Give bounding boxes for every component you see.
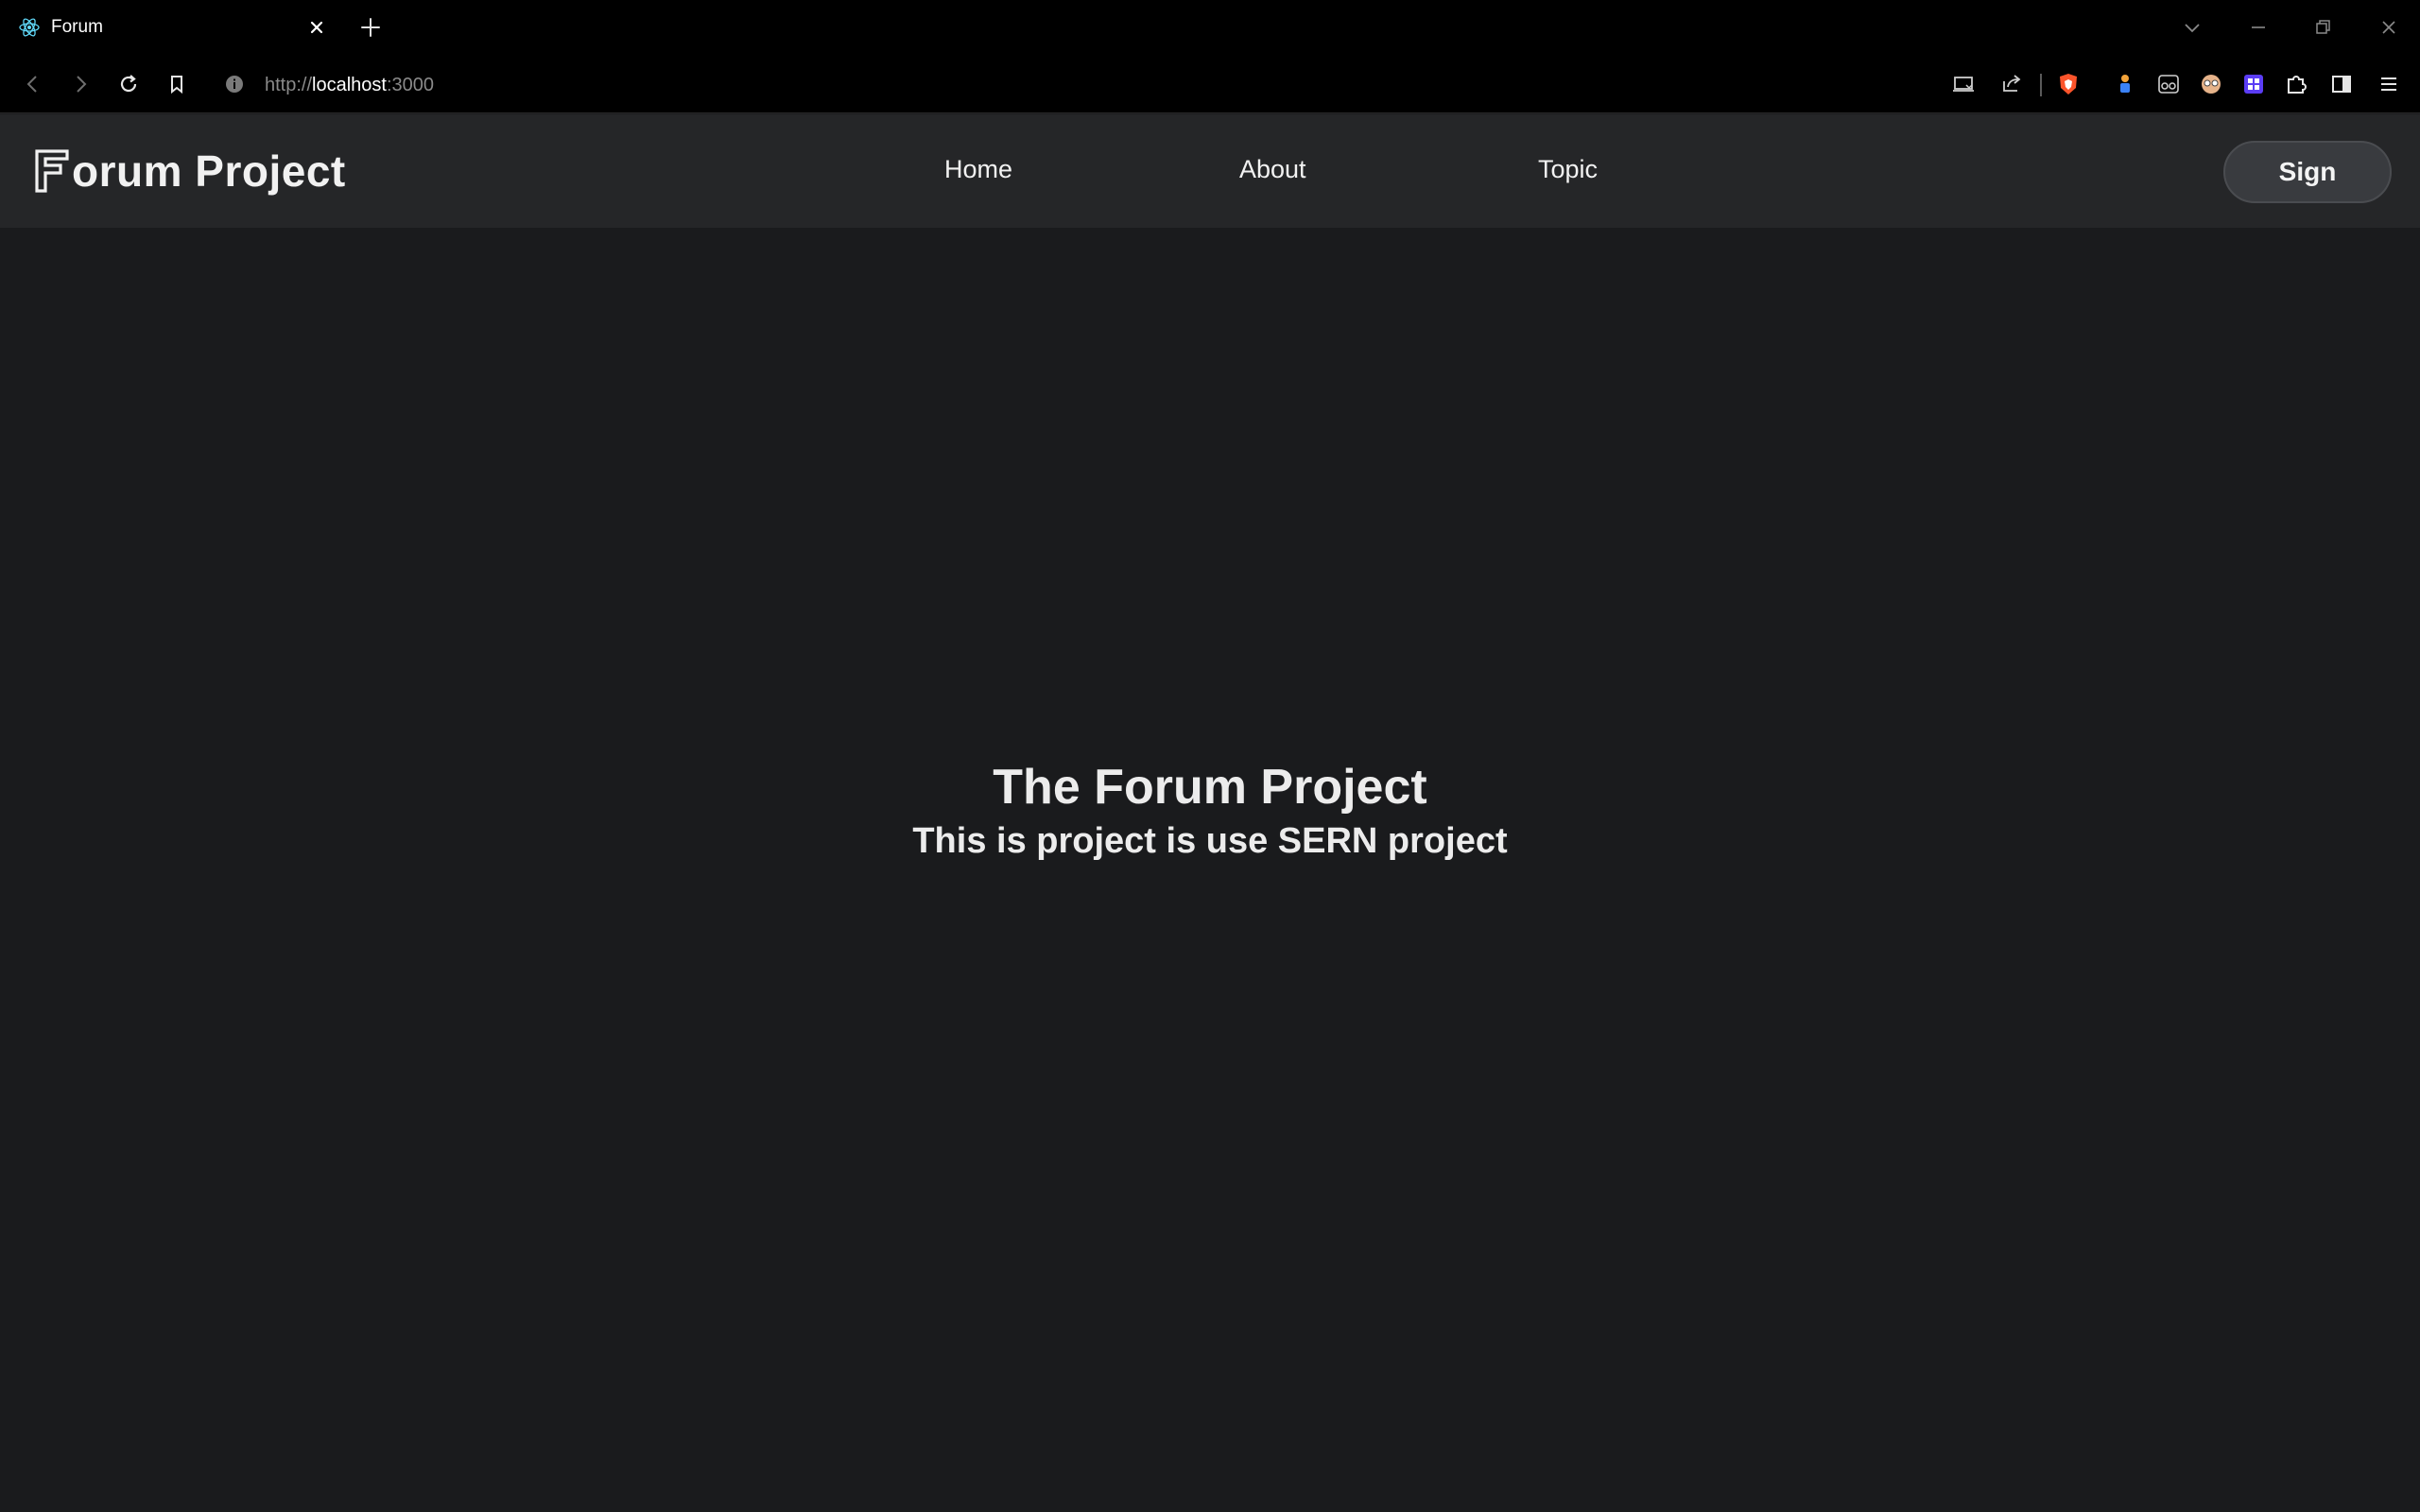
minimize-icon[interactable] [2244,13,2273,42]
nav-topic[interactable]: Topic [1538,152,1598,186]
site-info-icon[interactable] [223,73,246,95]
brave-shield-icon[interactable] [2054,70,2083,98]
reader-mode-icon[interactable] [2154,70,2183,98]
site-logo[interactable]: orum Project [34,143,346,199]
extensions-puzzle-icon[interactable] [2282,70,2310,98]
hero-subtitle: This is project is use SERN project [912,821,1508,861]
url-scheme: http:// [265,75,313,95]
toolbar-divider [2040,74,2042,96]
extension-character-icon[interactable] [2111,70,2139,98]
browser-toolbar: http://localhost:3000 [0,55,2420,113]
close-window-icon[interactable] [2375,13,2403,42]
share-icon[interactable] [1997,70,2026,98]
sign-button[interactable]: Sign [2223,141,2392,203]
browser-tab[interactable]: Forum [0,0,340,55]
browser-tab-bar: Forum [0,0,2420,55]
new-tab-icon[interactable] [357,14,384,41]
extension-grid-icon[interactable] [2239,70,2268,98]
url-host: localhost [312,75,387,95]
react-icon [19,18,40,37]
hero-section: The Forum Project This is project is use… [0,757,2420,865]
url-port: :3000 [386,75,435,95]
extension-face-icon[interactable] [2197,70,2225,98]
restore-icon[interactable] [2308,13,2337,42]
cast-icon[interactable] [1949,70,1978,98]
tab-title: Forum [51,17,103,37]
forward-icon[interactable] [66,70,95,98]
reload-icon[interactable] [114,70,143,98]
tab-search-chevron-icon[interactable] [2178,13,2206,42]
hero-title: The Forum Project [993,760,1427,815]
nav-about[interactable]: About [1239,152,1306,186]
nav-home[interactable]: Home [944,152,1012,186]
logo-text: orum Project [72,146,346,196]
site-navbar: orum Project Home About Topic Sign [0,114,2420,228]
page: orum Project Home About Topic Sign The F… [0,114,2420,1512]
back-icon[interactable] [19,70,47,98]
close-tab-icon[interactable] [304,15,329,40]
sidebar-icon[interactable] [2327,70,2356,98]
menu-icon[interactable] [2375,70,2403,98]
address-bar[interactable]: http://localhost:3000 [265,73,434,97]
bookmark-icon[interactable] [163,70,191,98]
logo-f-mark [35,149,69,193]
